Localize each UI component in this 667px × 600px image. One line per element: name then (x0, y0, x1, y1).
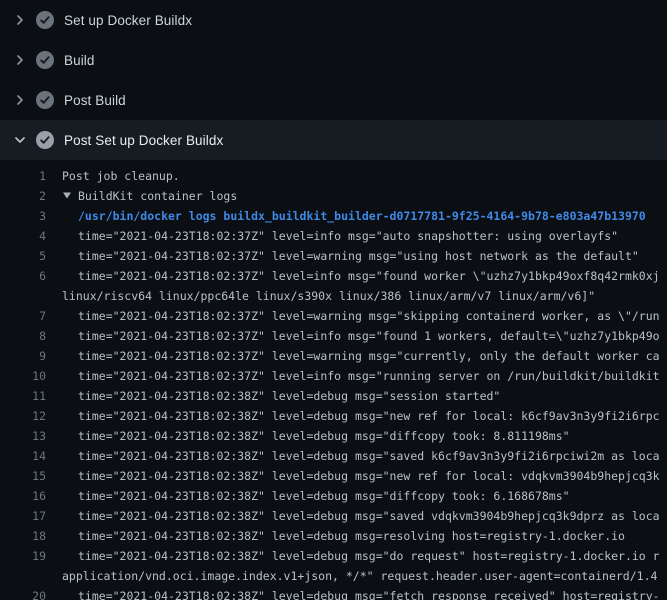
log-line-continuation: application/vnd.oci.image.index.v1+json,… (0, 566, 667, 586)
log-text: time="2021-04-23T18:02:38Z" level=debug … (78, 506, 660, 526)
log-text: time="2021-04-23T18:02:38Z" level=debug … (78, 486, 570, 506)
log-line: 8 time="2021-04-23T18:02:37Z" level=info … (0, 326, 667, 346)
log-text-wrapped: application/vnd.oci.image.index.v1+json,… (62, 566, 657, 586)
workflow-log-viewer: Set up Docker Buildx Build Post Build Post … (0, 0, 667, 600)
log-text: time="2021-04-23T18:02:37Z" level=info m… (78, 366, 660, 386)
command-text: /usr/bin/docker logs buildx_buildkit_bui… (78, 206, 646, 226)
step-label: Set up Docker Buildx (64, 13, 192, 28)
line-number[interactable]: 17 (0, 506, 46, 526)
log-line: 12 time="2021-04-23T18:02:38Z" level=debu… (0, 406, 667, 426)
log-line: 1 Post job cleanup. (0, 166, 667, 186)
line-number[interactable]: 9 (0, 346, 46, 366)
line-number[interactable]: 1 (0, 166, 46, 186)
line-number[interactable]: 11 (0, 386, 46, 406)
log-line-continuation: linux/riscv64 linux/ppc64le linux/s390x … (0, 286, 667, 306)
log-text: time="2021-04-23T18:02:37Z" level=warnin… (78, 346, 660, 366)
line-number[interactable]: 18 (0, 526, 46, 546)
log-text: time="2021-04-23T18:02:38Z" level=debug … (78, 586, 660, 600)
line-number[interactable]: 19 (0, 546, 46, 566)
step-label: Post Build (64, 93, 126, 108)
log-line: 3/usr/bin/docker logs buildx_buildkit_bu… (0, 206, 667, 226)
step-header-post-set-up-docker-buildx[interactable]: Post Set up Docker Buildx (0, 120, 667, 160)
log-line: 11 time="2021-04-23T18:02:38Z" level=debu… (0, 386, 667, 406)
check-circle-icon (36, 131, 54, 149)
log-group-toggle[interactable]: BuildKit container logs (62, 186, 237, 206)
log-line: 13 time="2021-04-23T18:02:38Z" level=debu… (0, 426, 667, 446)
step-label: Post Set up Docker Buildx (64, 133, 223, 148)
line-number[interactable]: 16 (0, 486, 46, 506)
line-number[interactable]: 13 (0, 426, 46, 446)
log-line: 18 time="2021-04-23T18:02:38Z" level=debu… (0, 526, 667, 546)
log-text: time="2021-04-23T18:02:38Z" level=debug … (78, 426, 570, 446)
log-line: 4 time="2021-04-23T18:02:37Z" level=info … (0, 226, 667, 246)
log-line: 17 time="2021-04-23T18:02:38Z" level=debu… (0, 506, 667, 526)
step-list: Set up Docker Buildx Build Post Build Post … (0, 0, 667, 160)
line-number[interactable]: 10 (0, 366, 46, 386)
line-number[interactable]: 20 (0, 586, 46, 600)
log-text: time="2021-04-23T18:02:37Z" level=warnin… (78, 246, 639, 266)
log-text: time="2021-04-23T18:02:38Z" level=debug … (78, 546, 660, 566)
log-text: time="2021-04-23T18:02:37Z" level=info m… (78, 226, 618, 246)
log-text: time="2021-04-23T18:02:38Z" level=debug … (78, 466, 660, 486)
log-line: 19 time="2021-04-23T18:02:38Z" level=debu… (0, 546, 667, 566)
line-number[interactable]: 4 (0, 226, 46, 246)
log-group-line: 2 BuildKit container logs (0, 186, 667, 206)
log-text: Post job cleanup. (62, 166, 180, 186)
line-number[interactable]: 15 (0, 466, 46, 486)
log-text: time="2021-04-23T18:02:38Z" level=debug … (78, 386, 500, 406)
log-text: time="2021-04-23T18:02:37Z" level=info m… (78, 326, 660, 346)
line-number[interactable]: 7 (0, 306, 46, 326)
chevron-down-icon[interactable] (12, 132, 28, 148)
chevron-right-icon[interactable] (12, 12, 28, 28)
step-header-post-build[interactable]: Post Build (0, 80, 667, 120)
line-number[interactable]: 3 (0, 206, 46, 226)
line-number[interactable]: 6 (0, 266, 46, 286)
log-text-wrapped: linux/riscv64 linux/ppc64le linux/s390x … (62, 286, 595, 306)
check-circle-icon (36, 51, 54, 69)
log-text: time="2021-04-23T18:02:38Z" level=debug … (78, 526, 625, 546)
log-line: 14 time="2021-04-23T18:02:38Z" level=debu… (0, 446, 667, 466)
triangle-down-icon[interactable] (62, 186, 72, 206)
log-line: 16 time="2021-04-23T18:02:38Z" level=debu… (0, 486, 667, 506)
check-circle-icon (36, 11, 54, 29)
log-text: time="2021-04-23T18:02:37Z" level=warnin… (78, 306, 660, 326)
chevron-right-icon[interactable] (12, 92, 28, 108)
log-text: time="2021-04-23T18:02:37Z" level=info m… (78, 266, 660, 286)
log-line: 20 time="2021-04-23T18:02:38Z" level=debu… (0, 586, 667, 600)
log-line: 15 time="2021-04-23T18:02:38Z" level=debu… (0, 466, 667, 486)
log-line: 9 time="2021-04-23T18:02:37Z" level=warni… (0, 346, 667, 366)
log-text: time="2021-04-23T18:02:38Z" level=debug … (78, 446, 660, 466)
log-line: 5 time="2021-04-23T18:02:37Z" level=warni… (0, 246, 667, 266)
step-header-set-up-docker-buildx[interactable]: Set up Docker Buildx (0, 0, 667, 40)
log-line: 7 time="2021-04-23T18:02:37Z" level=warni… (0, 306, 667, 326)
step-label: Build (64, 53, 95, 68)
log-pane: 1 Post job cleanup. 2 BuildKit container lo… (0, 160, 667, 600)
log-line: 6 time="2021-04-23T18:02:37Z" level=info … (0, 266, 667, 286)
line-number[interactable]: 5 (0, 246, 46, 266)
line-number[interactable]: 12 (0, 406, 46, 426)
line-number[interactable]: 2 (0, 186, 46, 206)
log-text: time="2021-04-23T18:02:38Z" level=debug … (78, 406, 660, 426)
line-number[interactable]: 14 (0, 446, 46, 466)
chevron-right-icon[interactable] (12, 52, 28, 68)
check-circle-icon (36, 91, 54, 109)
line-number-empty (0, 286, 46, 306)
step-header-build[interactable]: Build (0, 40, 667, 80)
line-number-empty (0, 566, 46, 586)
line-number[interactable]: 8 (0, 326, 46, 346)
log-line: 10 time="2021-04-23T18:02:37Z" level=info… (0, 366, 667, 386)
log-group-title[interactable]: BuildKit container logs (78, 189, 237, 203)
